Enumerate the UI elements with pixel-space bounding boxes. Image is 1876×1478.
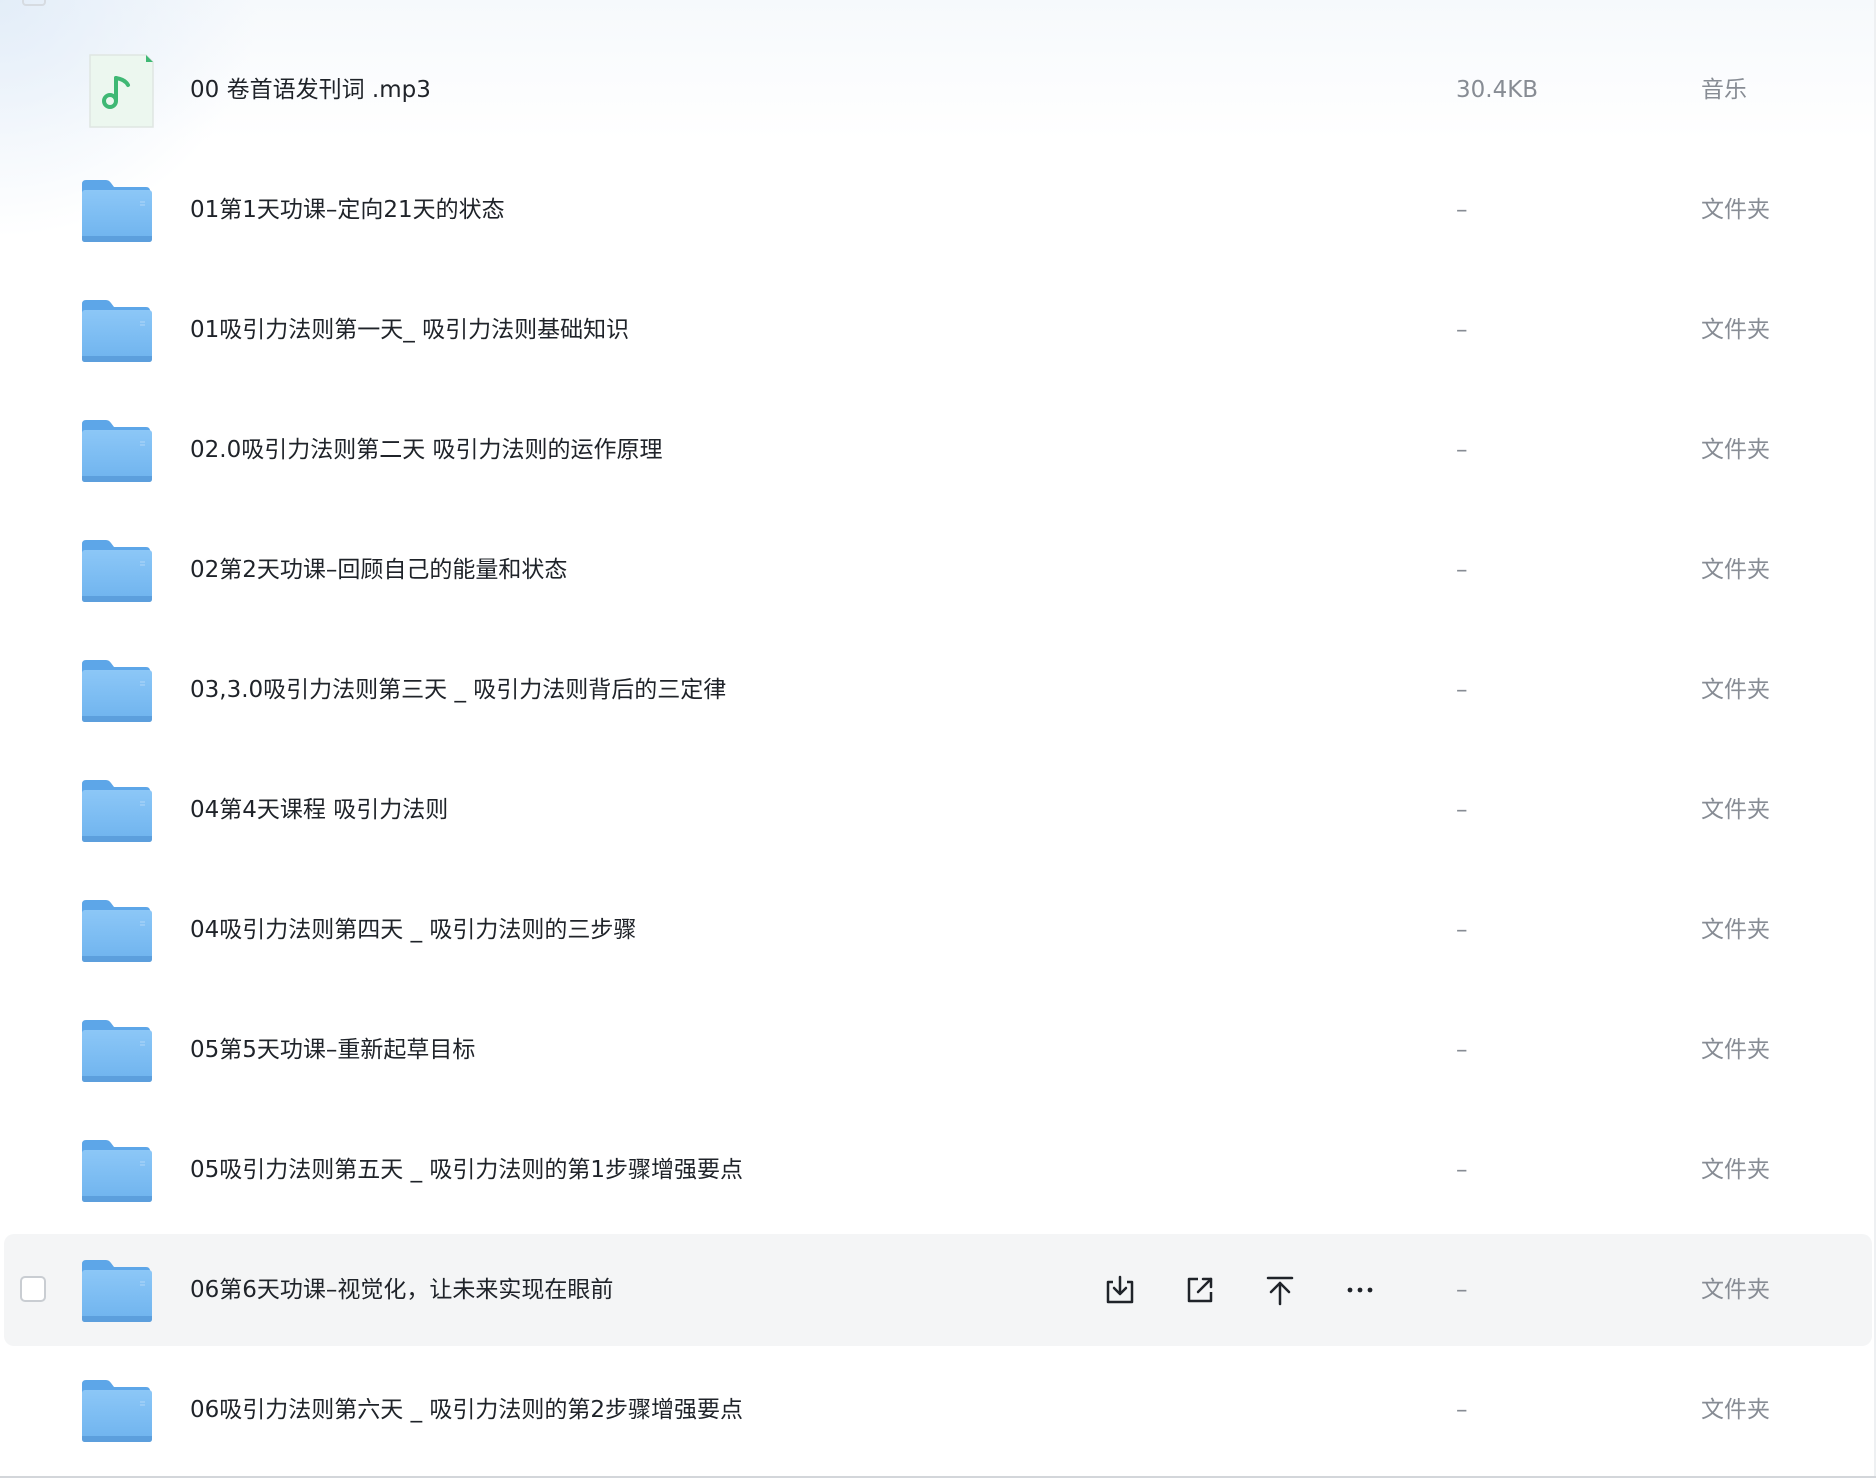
folder-size: – bbox=[1456, 557, 1468, 583]
folder-type: 文件夹 bbox=[1701, 197, 1770, 223]
folder-icon bbox=[80, 1014, 154, 1088]
folder-icon bbox=[80, 894, 154, 968]
folder-row[interactable]: 02第2天功课–回顾自己的能量和状态 – 文件夹 bbox=[4, 514, 1872, 626]
folder-size: – bbox=[1456, 797, 1468, 823]
folder-type: 文件夹 bbox=[1701, 797, 1770, 823]
folder-size: – bbox=[1456, 437, 1468, 463]
folder-icon bbox=[80, 1374, 154, 1448]
folder-size: – bbox=[1456, 1397, 1468, 1423]
folder-name[interactable]: 03,3.0吸引力法则第三天 _ 吸引力法则背后的三定律 bbox=[190, 634, 726, 746]
file-list-page: 00 卷首语发刊词 .mp3 30.4KB 音乐 01第1天功课–定向21天的状… bbox=[0, 0, 1876, 1478]
folder-row[interactable]: 02.0吸引力法则第二天 吸引力法则的运作原理 – 文件夹 bbox=[4, 394, 1872, 506]
folder-row[interactable]: 04第4天课程 吸引力法则 – 文件夹 bbox=[4, 754, 1872, 866]
folder-row[interactable]: 03,3.0吸引力法则第三天 _ 吸引力法则背后的三定律 – 文件夹 bbox=[4, 634, 1872, 746]
folder-row[interactable]: 05第5天功课–重新起草目标 – 文件夹 bbox=[4, 994, 1872, 1106]
folder-icon bbox=[80, 174, 154, 248]
row-checkbox[interactable] bbox=[20, 1276, 46, 1302]
folder-row[interactable]: 01吸引力法则第一天_ 吸引力法则基础知识 – 文件夹 bbox=[4, 274, 1872, 386]
file-name[interactable]: 00 卷首语发刊词 .mp3 bbox=[190, 34, 431, 146]
upload-icon bbox=[1266, 1276, 1294, 1306]
folder-icon bbox=[80, 294, 154, 368]
folder-name[interactable]: 04第4天课程 吸引力法则 bbox=[190, 754, 448, 866]
row-actions bbox=[1096, 1266, 1396, 1314]
folder-type: 文件夹 bbox=[1701, 1037, 1770, 1063]
upload-button[interactable] bbox=[1256, 1266, 1304, 1314]
folder-row-hovered[interactable]: 06第6天功课–视觉化，让未来实现在眼前 – 文件夹 bbox=[4, 1234, 1872, 1346]
folder-type: 文件夹 bbox=[1701, 917, 1770, 943]
folder-name[interactable]: 06第6天功课–视觉化，让未来实现在眼前 bbox=[190, 1234, 613, 1346]
folder-row[interactable]: 04吸引力法则第四天 _ 吸引力法则的三步骤 – 文件夹 bbox=[4, 874, 1872, 986]
folder-name[interactable]: 01第1天功课–定向21天的状态 bbox=[190, 154, 505, 266]
share-icon bbox=[1187, 1277, 1213, 1303]
download-icon bbox=[1106, 1275, 1134, 1304]
folder-icon bbox=[80, 774, 154, 848]
folder-row[interactable]: 01第1天功课–定向21天的状态 – 文件夹 bbox=[4, 154, 1872, 266]
folder-row[interactable]: 05吸引力法则第五天 _ 吸引力法则的第1步骤增强要点 – 文件夹 bbox=[4, 1114, 1872, 1226]
file-type: 音乐 bbox=[1701, 77, 1747, 103]
folder-size: – bbox=[1456, 1157, 1468, 1183]
more-button[interactable] bbox=[1336, 1266, 1384, 1314]
more-icon bbox=[1347, 1287, 1373, 1293]
folder-name[interactable]: 02第2天功课–回顾自己的能量和状态 bbox=[190, 514, 567, 626]
music-file-icon bbox=[89, 54, 154, 128]
folder-icon bbox=[80, 534, 154, 608]
folder-type: 文件夹 bbox=[1701, 437, 1770, 463]
folder-type: 文件夹 bbox=[1701, 1157, 1770, 1183]
folder-type: 文件夹 bbox=[1701, 677, 1770, 703]
folder-name[interactable]: 02.0吸引力法则第二天 吸引力法则的运作原理 bbox=[190, 394, 663, 506]
folder-row[interactable]: 06吸引力法则第六天 _ 吸引力法则的第2步骤增强要点 – 文件夹 bbox=[4, 1354, 1872, 1466]
header-checkbox[interactable] bbox=[22, 0, 46, 6]
folder-name[interactable]: 05第5天功课–重新起草目标 bbox=[190, 994, 475, 1106]
folder-size: – bbox=[1456, 1037, 1468, 1063]
folder-size: – bbox=[1456, 677, 1468, 703]
folder-icon bbox=[80, 1134, 154, 1208]
folder-name[interactable]: 01吸引力法则第一天_ 吸引力法则基础知识 bbox=[190, 274, 629, 386]
folder-size: – bbox=[1456, 197, 1468, 223]
folder-type: 文件夹 bbox=[1701, 557, 1770, 583]
folder-type: 文件夹 bbox=[1701, 1397, 1770, 1423]
folder-name[interactable]: 06吸引力法则第六天 _ 吸引力法则的第2步骤增强要点 bbox=[190, 1354, 743, 1466]
file-size: 30.4KB bbox=[1456, 77, 1539, 103]
folder-type: 文件夹 bbox=[1701, 1277, 1770, 1303]
file-row[interactable]: 00 卷首语发刊词 .mp3 30.4KB 音乐 bbox=[4, 34, 1872, 146]
folder-icon bbox=[80, 1254, 154, 1328]
folder-icon bbox=[80, 654, 154, 728]
folder-name[interactable]: 05吸引力法则第五天 _ 吸引力法则的第1步骤增强要点 bbox=[190, 1114, 743, 1226]
download-button[interactable] bbox=[1096, 1266, 1144, 1314]
folder-icon bbox=[80, 414, 154, 488]
folder-size: – bbox=[1456, 917, 1468, 943]
folder-type: 文件夹 bbox=[1701, 317, 1770, 343]
share-button[interactable] bbox=[1176, 1266, 1224, 1314]
folder-name[interactable]: 04吸引力法则第四天 _ 吸引力法则的三步骤 bbox=[190, 874, 636, 986]
folder-size: – bbox=[1456, 1277, 1468, 1303]
folder-size: – bbox=[1456, 317, 1468, 343]
